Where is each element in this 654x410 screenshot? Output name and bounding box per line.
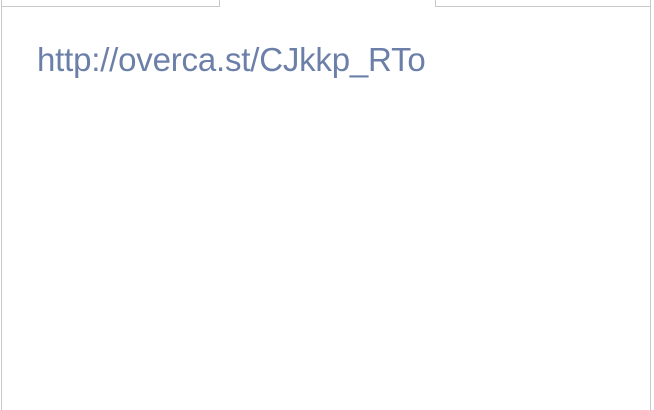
tab-left[interactable] xyxy=(1,0,220,7)
tab-right[interactable] xyxy=(435,0,651,7)
short-url-link[interactable]: http://overca.st/CJkkp_RTo xyxy=(37,40,426,80)
